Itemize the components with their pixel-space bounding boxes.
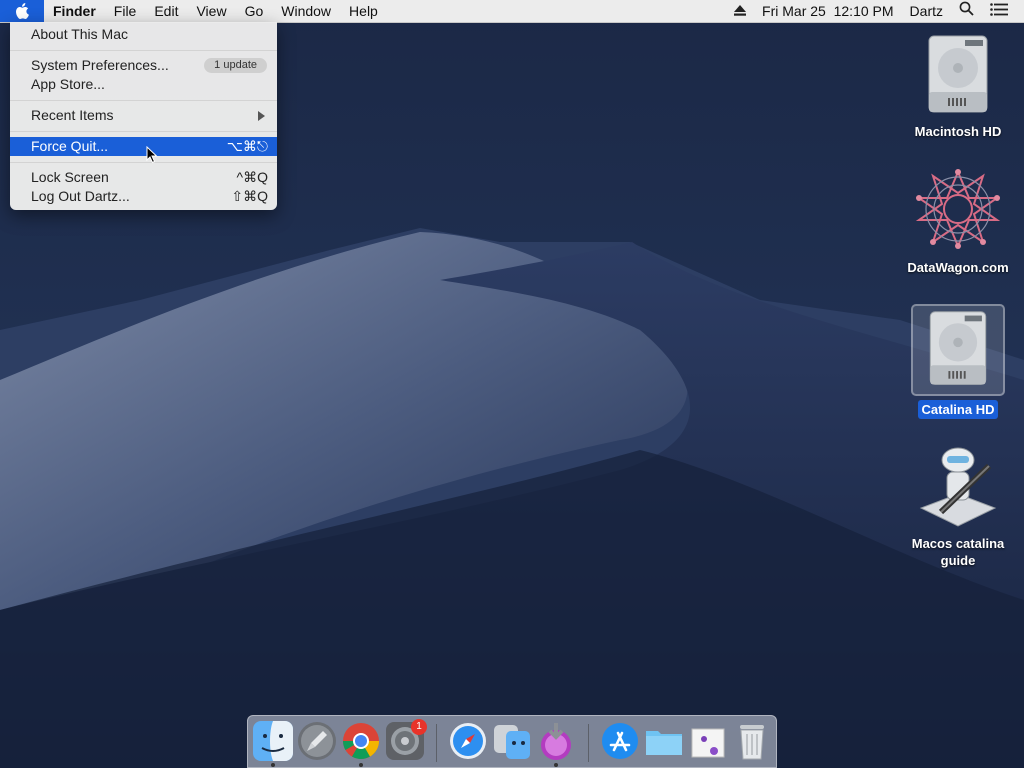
desktop-icon-label: Macintosh HD [914,124,1002,139]
macos-installer-icon[interactable] [536,721,576,761]
desktop-icon-macintosh-hd[interactable]: Macintosh HD [903,30,1013,141]
chrome-icon[interactable] [341,721,381,761]
dock-separator [436,724,437,762]
menu-item-lock-screen[interactable]: Lock Screen ^⌘Q [10,168,277,187]
apple-logo-icon [16,3,29,19]
dock: 1 [247,715,777,768]
menu-item-about-this-mac[interactable]: About This Mac [10,25,277,44]
menu-separator [10,100,277,101]
hard-drive-icon [911,30,1005,122]
running-indicator [271,763,275,767]
network-share-icon [911,166,1005,258]
running-indicator [359,763,363,767]
keyboard-shortcut: ⇧⌘Q [231,188,268,204]
menu-item-label: Lock Screen [31,169,109,185]
menu-view[interactable]: View [187,0,235,22]
menu-help[interactable]: Help [340,0,387,22]
desktop-icon-label: Catalina HD [917,400,999,419]
status-area: Fri Mar 25 12:10 PM Dartz [726,0,1016,22]
automator-icon [911,442,1005,534]
launchpad-icon[interactable] [297,721,337,761]
menu-file[interactable]: File [105,0,146,22]
apple-menu-dropdown: About This Mac System Preferences... 1 u… [10,22,277,210]
running-indicator [554,763,558,767]
menu-item-label: Log Out Dartz... [31,188,130,204]
desktop-icon-datawagon[interactable]: DataWagon.com [903,166,1013,277]
menu-separator [10,50,277,51]
menu-item-system-preferences[interactable]: System Preferences... 1 update [10,56,277,75]
eject-icon[interactable] [726,0,754,22]
notification-badge: 1 [411,719,427,735]
folder-icon[interactable] [644,721,684,761]
keyboard-shortcut: ^⌘Q [236,169,268,185]
notification-center-icon[interactable] [982,0,1016,22]
menu-item-label: About This Mac [31,26,129,42]
keyboard-shortcut: ⌥⌘⎋ [226,138,268,154]
desktop-icon-catalina-hd[interactable]: Catalina HD [903,304,1013,419]
desktop-icon-label: DataWagon.com [907,260,1009,275]
stack-icon[interactable] [688,721,728,761]
menu-edit[interactable]: Edit [145,0,187,22]
desktop-icon-macos-catalina-guide[interactable]: Macos catalina guide [903,442,1013,570]
menu-item-label: Force Quit... [31,138,109,154]
app-store-icon[interactable] [600,721,640,761]
clock[interactable]: Fri Mar 25 12:10 PM [754,0,902,22]
trash-icon[interactable] [732,721,772,761]
spotlight-search-icon[interactable] [951,0,982,22]
menu-go[interactable]: Go [236,0,273,22]
menu-separator [10,162,277,163]
submenu-arrow-icon [258,111,265,121]
menu-item-log-out[interactable]: Log Out Dartz... ⇧⌘Q [10,187,277,206]
menu-bar: Finder File Edit View Go Window Help Fri… [0,0,1024,23]
menu-item-app-store[interactable]: App Store... [10,75,277,94]
user-name[interactable]: Dartz [902,0,951,22]
hard-drive-icon [911,304,1005,396]
desktop-icon-label: Macos catalina guide [911,536,1005,568]
apple-menu-button[interactable] [0,0,44,22]
update-badge: 1 update [204,58,267,73]
app-menu-finder[interactable]: Finder [44,0,105,22]
menu-separator [10,131,277,132]
safari-icon[interactable] [448,721,488,761]
menu-item-label: App Store... [31,76,105,92]
menu-window[interactable]: Window [272,0,340,22]
menu-item-label: System Preferences... [31,57,169,73]
mouse-cursor-icon [146,146,158,164]
finder-icon[interactable] [253,721,293,761]
menu-item-label: Recent Items [31,107,114,123]
migration-assistant-icon[interactable] [492,721,532,761]
dock-separator [588,724,589,762]
menu-item-force-quit[interactable]: Force Quit... ⌥⌘⎋ [10,137,277,156]
menu-item-recent-items[interactable]: Recent Items [10,106,277,125]
